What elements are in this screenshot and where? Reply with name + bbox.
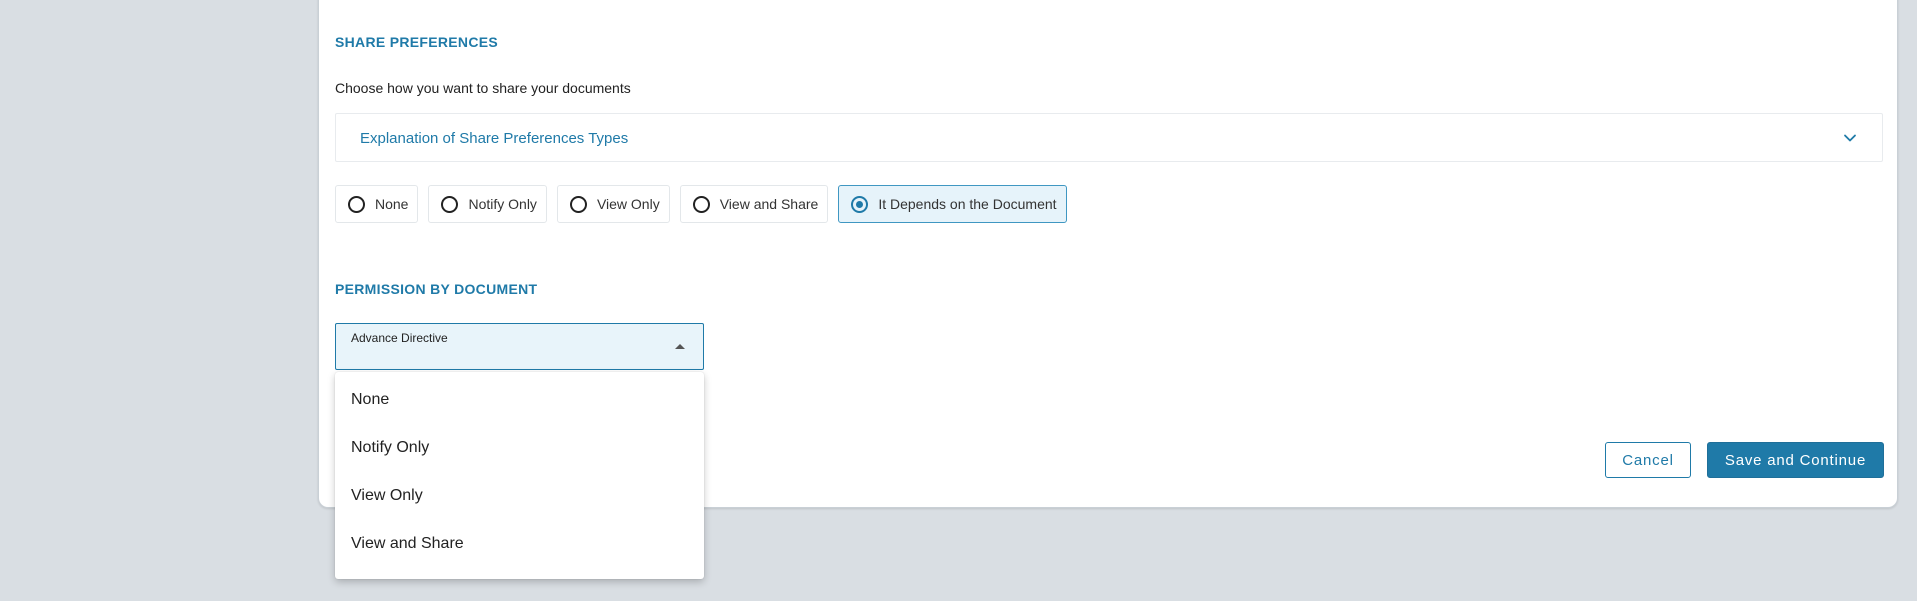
radio-option-label: View and Share: [719, 196, 819, 212]
radio-button-selected-icon: [851, 195, 869, 213]
radio-option-it-depends[interactable]: It Depends on the Document: [838, 185, 1067, 223]
radio-option-label: Notify Only: [468, 196, 537, 212]
dropdown-option-notify-only[interactable]: Notify Only: [335, 432, 704, 480]
caret-up-icon: [675, 344, 685, 349]
dropdown-option-none[interactable]: None: [335, 384, 704, 432]
share-preferences-title: SHARE PREFERENCES: [335, 34, 499, 50]
radio-option-label: None: [375, 196, 409, 212]
cancel-button[interactable]: Cancel: [1605, 442, 1691, 478]
radio-option-notify-only[interactable]: Notify Only: [428, 185, 547, 223]
radio-button-icon: [692, 195, 710, 213]
radio-option-label: View Only: [596, 196, 660, 212]
radio-button-icon: [569, 195, 587, 213]
document-select-label: Advance Directive: [351, 331, 448, 345]
share-preference-radio-group: None Notify Only View Only View and Shar…: [335, 185, 1067, 223]
radio-option-none[interactable]: None: [335, 185, 419, 223]
share-types-accordion[interactable]: Explanation of Share Preferences Types: [335, 113, 1883, 162]
share-preferences-description: Choose how you want to share your docume…: [335, 80, 631, 96]
dropdown-option-view-and-share[interactable]: View and Share: [335, 528, 704, 576]
permission-by-document-title: PERMISSION BY DOCUMENT: [335, 281, 538, 297]
radio-option-view-only[interactable]: View Only: [556, 185, 670, 223]
save-and-continue-button[interactable]: Save and Continue: [1707, 442, 1884, 478]
radio-button-icon: [441, 195, 459, 213]
document-select[interactable]: Advance Directive: [335, 323, 704, 370]
radio-option-view-and-share[interactable]: View and Share: [679, 185, 829, 223]
dropdown-option-view-only[interactable]: View Only: [335, 480, 704, 528]
chevron-down-icon: [1844, 134, 1856, 142]
radio-option-label: It Depends on the Document: [878, 196, 1057, 212]
permission-dropdown-menu: None Notify Only View Only View and Shar…: [335, 372, 704, 579]
accordion-label: Explanation of Share Preferences Types: [360, 130, 629, 147]
radio-button-icon: [348, 195, 365, 213]
